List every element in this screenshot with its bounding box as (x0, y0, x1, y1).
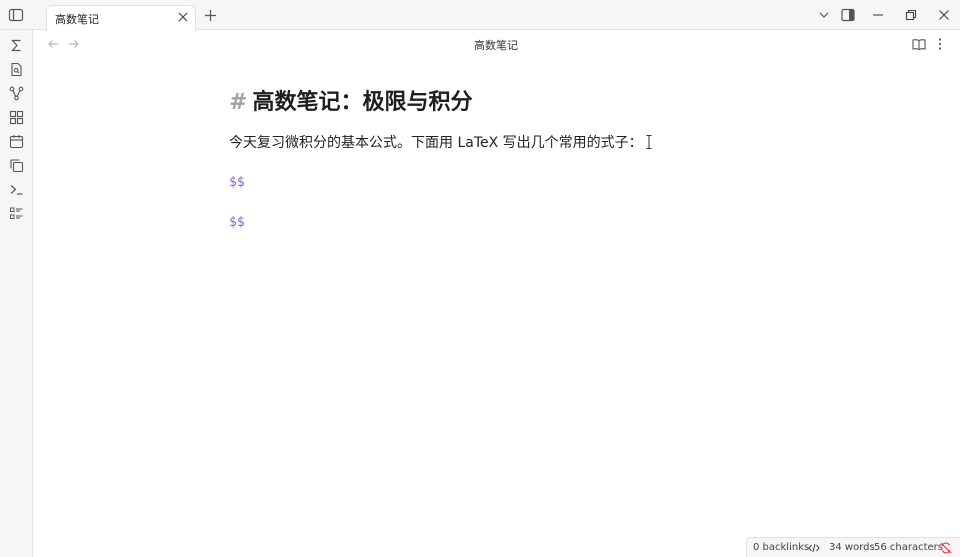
minimize-icon[interactable] (871, 8, 885, 22)
sigma-icon[interactable] (9, 38, 24, 53)
restore-icon[interactable] (904, 8, 918, 22)
heading-text: 高数笔记：极限与积分 (252, 90, 473, 115)
left-ribbon (0, 30, 33, 557)
more-options-icon[interactable] (933, 37, 947, 51)
graph-icon[interactable] (9, 86, 24, 101)
list-icon[interactable] (9, 206, 24, 221)
chevron-down-icon[interactable] (817, 8, 831, 22)
backlinks-count[interactable]: 0 backlinks (753, 542, 809, 553)
copy-icon[interactable] (9, 158, 24, 173)
code-icon[interactable] (808, 542, 820, 554)
paragraph[interactable]: 今天复习微积分的基本公式。下面用 LaTeX 写出几个常用的式子： (229, 132, 652, 152)
sidebar-toggle-icon[interactable] (8, 7, 24, 23)
right-sidebar-icon[interactable] (841, 8, 855, 22)
math-block-open[interactable]: $$ (229, 175, 245, 190)
tab-title: 高数笔记 (55, 13, 99, 26)
tab-active[interactable]: 高数笔记 (46, 5, 196, 31)
forward-arrow-icon[interactable] (67, 37, 81, 51)
view-title[interactable]: 高数笔记 (436, 37, 556, 53)
blocks-icon[interactable] (9, 110, 24, 125)
status-bar: 0 backlinks 34 words 56 characters (746, 537, 960, 557)
heading-marker: # (229, 90, 248, 115)
reading-mode-icon[interactable] (912, 37, 926, 51)
close-icon[interactable] (177, 11, 189, 23)
close-window-icon[interactable] (937, 8, 951, 22)
calendar-icon[interactable] (9, 134, 24, 149)
text-cursor-icon (646, 135, 652, 149)
page-heading[interactable]: # 高数笔记：极限与积分 (229, 84, 472, 116)
plus-icon[interactable] (204, 9, 217, 22)
title-bar: 高数笔记 (0, 0, 960, 31)
terminal-icon[interactable] (9, 182, 24, 197)
paragraph-text: 今天复习微积分的基本公式。下面用 LaTeX 写出几个常用的式子： (229, 135, 643, 151)
word-count: 34 words (829, 542, 875, 553)
character-count: 56 characters (874, 542, 943, 553)
back-arrow-icon[interactable] (46, 37, 60, 51)
math-block-close[interactable]: $$ (229, 215, 245, 230)
sync-off-icon[interactable] (940, 542, 952, 554)
file-search-icon[interactable] (9, 62, 24, 77)
